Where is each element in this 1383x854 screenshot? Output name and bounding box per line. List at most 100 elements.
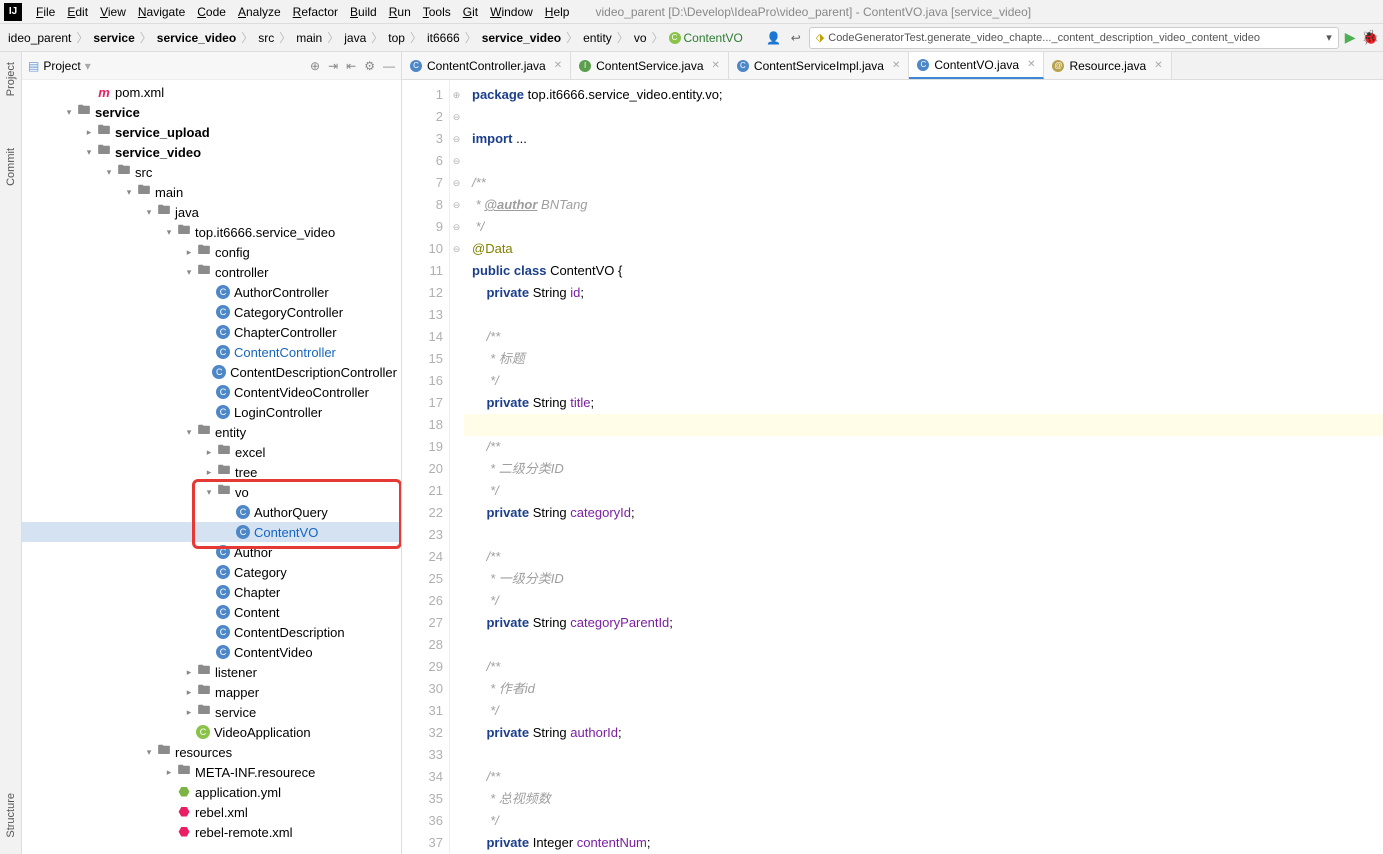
run-icon[interactable]: ▶	[1345, 29, 1356, 46]
tree-item-main[interactable]: ▾🖿main	[22, 182, 401, 202]
close-icon[interactable]: ✕	[1154, 60, 1162, 71]
locate-icon[interactable]: ⊕	[310, 59, 320, 73]
debug-icon[interactable]: 🐞	[1362, 29, 1379, 46]
tab-ContentService.java[interactable]: IContentService.java✕	[571, 52, 729, 79]
crumb-ideo_parent[interactable]: ideo_parent	[4, 31, 75, 45]
menu-analyze[interactable]: Analyze	[232, 5, 287, 19]
tab-Resource.java[interactable]: @Resource.java✕	[1044, 52, 1171, 79]
tree-item-controller[interactable]: ▾🖿controller	[22, 262, 401, 282]
crumb-ContentVO[interactable]: C ContentVO	[665, 31, 747, 45]
settings-icon[interactable]: ⚙	[364, 59, 375, 73]
tab-structure[interactable]: Structure	[3, 787, 19, 844]
tree-item-tree[interactable]: ▸🖿tree	[22, 462, 401, 482]
tree-item-ContentDescriptionController[interactable]: CContentDescriptionController	[22, 362, 401, 382]
tree-item-config[interactable]: ▸🖿config	[22, 242, 401, 262]
tree-item-Chapter[interactable]: CChapter	[22, 582, 401, 602]
tab-ContentController.java[interactable]: CContentController.java✕	[402, 52, 571, 79]
tree-item-java[interactable]: ▾🖿java	[22, 202, 401, 222]
tree-item-pom.xml[interactable]: mpom.xml	[22, 82, 401, 102]
close-icon[interactable]: ✕	[892, 60, 900, 71]
crumb-src[interactable]: src	[254, 31, 278, 45]
expand-icon[interactable]: ⇤	[346, 59, 356, 73]
crumb-sep: 〉	[371, 29, 383, 46]
tree-item-Category[interactable]: CCategory	[22, 562, 401, 582]
project-tree[interactable]: mpom.xml▾🖿service▸🖿service_upload▾🖿servi…	[22, 80, 401, 854]
tree-item-ContentVideo[interactable]: CContentVideo	[22, 642, 401, 662]
tree-item-top.it6666.service_video[interactable]: ▾🖿top.it6666.service_video	[22, 222, 401, 242]
tree-item-src[interactable]: ▾🖿src	[22, 162, 401, 182]
tree-item-mapper[interactable]: ▸🖿mapper	[22, 682, 401, 702]
menu-run[interactable]: Run	[383, 5, 417, 19]
tree-item-LoginController[interactable]: CLoginController	[22, 402, 401, 422]
crumb-sep: 〉	[617, 29, 629, 46]
menu-code[interactable]: Code	[191, 5, 232, 19]
crumb-java[interactable]: java	[340, 31, 370, 45]
crumb-sep: 〉	[241, 29, 253, 46]
menu-window[interactable]: Window	[484, 5, 539, 19]
tree-item-excel[interactable]: ▸🖿excel	[22, 442, 401, 462]
tree-item-Author[interactable]: CAuthor	[22, 542, 401, 562]
crumb-service_video[interactable]: service_video	[478, 31, 565, 45]
run-config-label: CodeGeneratorTest.generate_video_chapte.…	[828, 32, 1260, 44]
close-icon[interactable]: ✕	[1027, 59, 1035, 70]
crumb-sep: 〉	[76, 29, 88, 46]
run-config-selector[interactable]: ⬗ CodeGeneratorTest.generate_video_chapt…	[809, 27, 1339, 49]
menu-git[interactable]: Git	[457, 5, 484, 19]
tree-item-listener[interactable]: ▸🖿listener	[22, 662, 401, 682]
crumb-sep: 〉	[279, 29, 291, 46]
crumb-top[interactable]: top	[384, 31, 409, 45]
tree-item-Content[interactable]: CContent	[22, 602, 401, 622]
tree-item-service_upload[interactable]: ▸🖿service_upload	[22, 122, 401, 142]
menu-build[interactable]: Build	[344, 5, 383, 19]
tree-item-rebel-remote.xml[interactable]: ⬣rebel-remote.xml	[22, 822, 401, 842]
menu-tools[interactable]: Tools	[417, 5, 457, 19]
tree-item-ContentDescription[interactable]: CContentDescription	[22, 622, 401, 642]
tab-ContentServiceImpl.java[interactable]: CContentServiceImpl.java✕	[729, 52, 909, 79]
tab-project[interactable]: Project	[3, 56, 19, 102]
crumb-service_video[interactable]: service_video	[153, 31, 240, 45]
code-editor[interactable]: package top.it6666.service_video.entity.…	[464, 80, 1383, 854]
back-icon[interactable]: ↩	[787, 29, 805, 47]
tab-commit[interactable]: Commit	[3, 142, 19, 192]
tree-item-ContentVO[interactable]: CContentVO	[22, 522, 401, 542]
tree-item-service_video[interactable]: ▾🖿service_video	[22, 142, 401, 162]
tree-item-VideoApplication[interactable]: CVideoApplication	[22, 722, 401, 742]
tree-item-vo[interactable]: ▾🖿vo	[22, 482, 401, 502]
tree-item-ContentController[interactable]: CContentController	[22, 342, 401, 362]
folder-icon: ▤	[28, 59, 39, 73]
tree-item-AuthorController[interactable]: CAuthorController	[22, 282, 401, 302]
menu-help[interactable]: Help	[539, 5, 576, 19]
tree-item-AuthorQuery[interactable]: CAuthorQuery	[22, 502, 401, 522]
left-tool-strip: Project Commit Structure	[0, 52, 22, 854]
crumb-vo[interactable]: vo	[630, 31, 651, 45]
tree-item-application.yml[interactable]: ⬣application.yml	[22, 782, 401, 802]
menu-navigate[interactable]: Navigate	[132, 5, 191, 19]
sidebar-title: Project	[43, 59, 80, 73]
tree-item-service[interactable]: ▸🖿service	[22, 702, 401, 722]
tree-item-entity[interactable]: ▾🖿entity	[22, 422, 401, 442]
menu-refactor[interactable]: Refactor	[287, 5, 344, 19]
menu-bar: IJ FileEditViewNavigateCodeAnalyzeRefact…	[0, 0, 1383, 24]
menu-view[interactable]: View	[94, 5, 132, 19]
close-icon[interactable]: ✕	[554, 60, 562, 71]
tree-item-CategoryController[interactable]: CCategoryController	[22, 302, 401, 322]
crumb-sep: 〉	[327, 29, 339, 46]
user-icon[interactable]: 👤	[765, 29, 783, 47]
menu-edit[interactable]: Edit	[61, 5, 94, 19]
crumb-main[interactable]: main	[292, 31, 326, 45]
tree-item-rebel.xml[interactable]: ⬣rebel.xml	[22, 802, 401, 822]
close-icon[interactable]: ✕	[712, 60, 720, 71]
crumb-it6666[interactable]: it6666	[423, 31, 464, 45]
tab-ContentVO.java[interactable]: CContentVO.java✕	[909, 52, 1044, 79]
tree-item-ContentVideoController[interactable]: CContentVideoController	[22, 382, 401, 402]
crumb-service[interactable]: service	[89, 31, 138, 45]
tree-item-ChapterController[interactable]: CChapterController	[22, 322, 401, 342]
fold-gutter[interactable]: ⊕⊖⊖⊖⊖⊖⊖⊖	[450, 80, 464, 854]
tree-item-META-INF.resourece[interactable]: ▸🖿META-INF.resourece	[22, 762, 401, 782]
tree-item-resources[interactable]: ▾🖿resources	[22, 742, 401, 762]
tree-item-service[interactable]: ▾🖿service	[22, 102, 401, 122]
menu-file[interactable]: File	[30, 5, 61, 19]
collapse-icon[interactable]: ⇥	[328, 59, 338, 73]
crumb-entity[interactable]: entity	[579, 31, 616, 45]
hide-icon[interactable]: —	[383, 59, 395, 73]
